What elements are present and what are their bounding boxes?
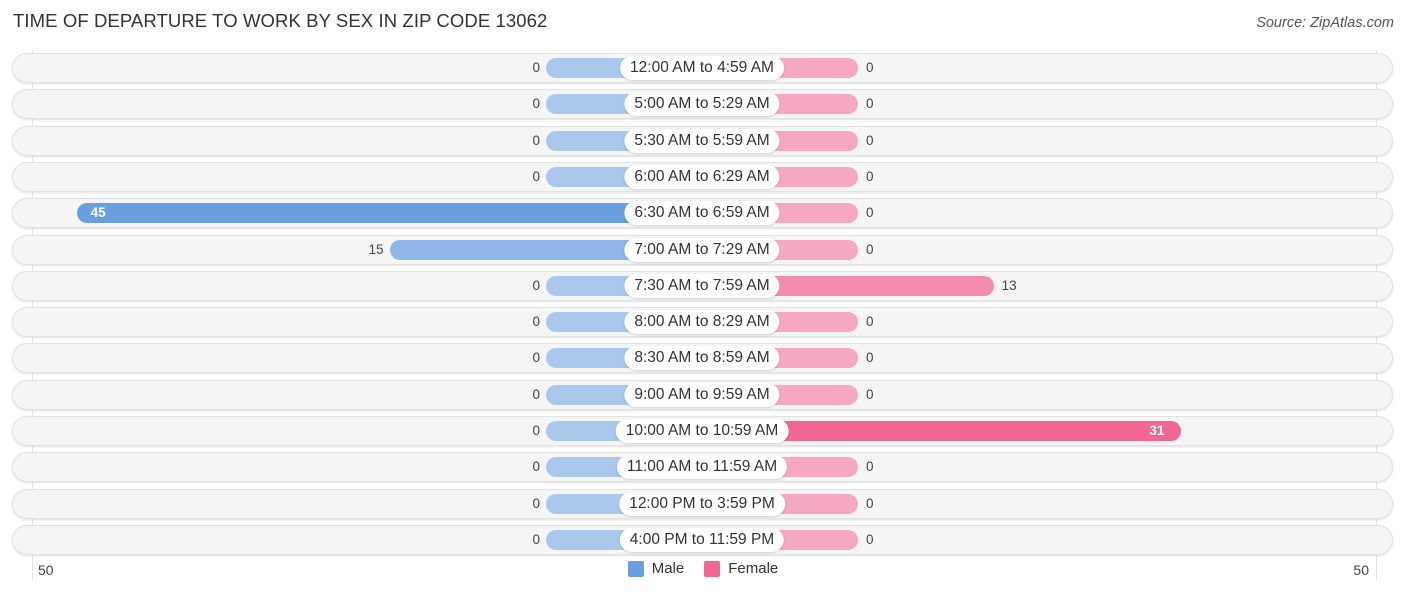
value-label-female: 0 — [866, 314, 874, 330]
value-label-male: 0 — [532, 277, 540, 293]
legend-label-female: Female — [728, 560, 779, 577]
category-label: 12:00 AM to 4:59 AM — [620, 56, 784, 80]
value-label-female: 0 — [866, 96, 874, 112]
value-label-male: 0 — [532, 531, 540, 547]
category-label: 6:30 AM to 6:59 AM — [624, 201, 780, 226]
value-label-male: 0 — [532, 423, 540, 438]
value-label-female: 0 — [866, 459, 874, 475]
value-label-male: 45 — [90, 205, 106, 221]
value-label-male: 0 — [532, 350, 540, 366]
value-label-female: 0 — [866, 350, 874, 366]
category-label: 6:00 AM to 6:29 AM — [624, 164, 780, 189]
value-label-female: 0 — [866, 168, 874, 184]
value-label-female: 13 — [1001, 277, 1017, 293]
legend-swatch-male — [627, 560, 644, 577]
value-label-male: 0 — [532, 314, 540, 330]
legend-swatch-female — [704, 560, 721, 577]
category-label: 11:00 AM to 11:59 AM — [616, 455, 788, 480]
category-label: 10:00 AM to 10:59 AM — [615, 419, 789, 443]
value-label-male: 0 — [532, 168, 540, 184]
value-label-female: 31 — [1149, 423, 1165, 438]
legend-item-female[interactable]: Female — [704, 560, 778, 577]
value-label-female: 0 — [866, 205, 874, 221]
value-label-male: 0 — [532, 132, 540, 148]
value-label-female: 0 — [866, 495, 874, 511]
legend-label-male: Male — [651, 560, 685, 577]
value-label-female: 0 — [866, 241, 874, 257]
category-label: 12:00 PM to 3:59 PM — [619, 491, 785, 516]
category-label: 7:30 AM to 7:59 AM — [624, 273, 780, 298]
value-label-female: 0 — [866, 531, 874, 547]
category-label: 5:00 AM to 5:29 AM — [624, 92, 780, 117]
value-label-male: 0 — [532, 459, 540, 475]
value-label-female: 0 — [866, 60, 874, 75]
legend: Male Female — [0, 560, 1406, 577]
value-label-male: 0 — [532, 96, 540, 112]
category-label: 8:30 AM to 8:59 AM — [624, 346, 780, 371]
value-label-male: 15 — [368, 241, 384, 257]
category-label: 7:00 AM to 7:29 AM — [624, 237, 780, 262]
value-label-female: 0 — [866, 132, 874, 148]
category-label: 5:30 AM to 5:59 AM — [624, 128, 780, 153]
chart-area: 0 0 12:00 AM to 4:59 AM 0 0 5:00 AM to 5:29 A… — [0, 0, 1406, 595]
bar-male[interactable] — [76, 203, 702, 224]
value-label-female: 0 — [866, 386, 874, 402]
category-label: 4:00 PM to 11:59 PM — [619, 527, 785, 552]
legend-item-male[interactable]: Male — [627, 560, 685, 577]
category-label: 9:00 AM to 9:59 AM — [624, 382, 780, 407]
value-label-male: 0 — [532, 386, 540, 402]
value-label-male: 0 — [532, 495, 540, 511]
value-label-male: 0 — [532, 60, 540, 75]
category-label: 8:00 AM to 8:29 AM — [624, 310, 780, 335]
